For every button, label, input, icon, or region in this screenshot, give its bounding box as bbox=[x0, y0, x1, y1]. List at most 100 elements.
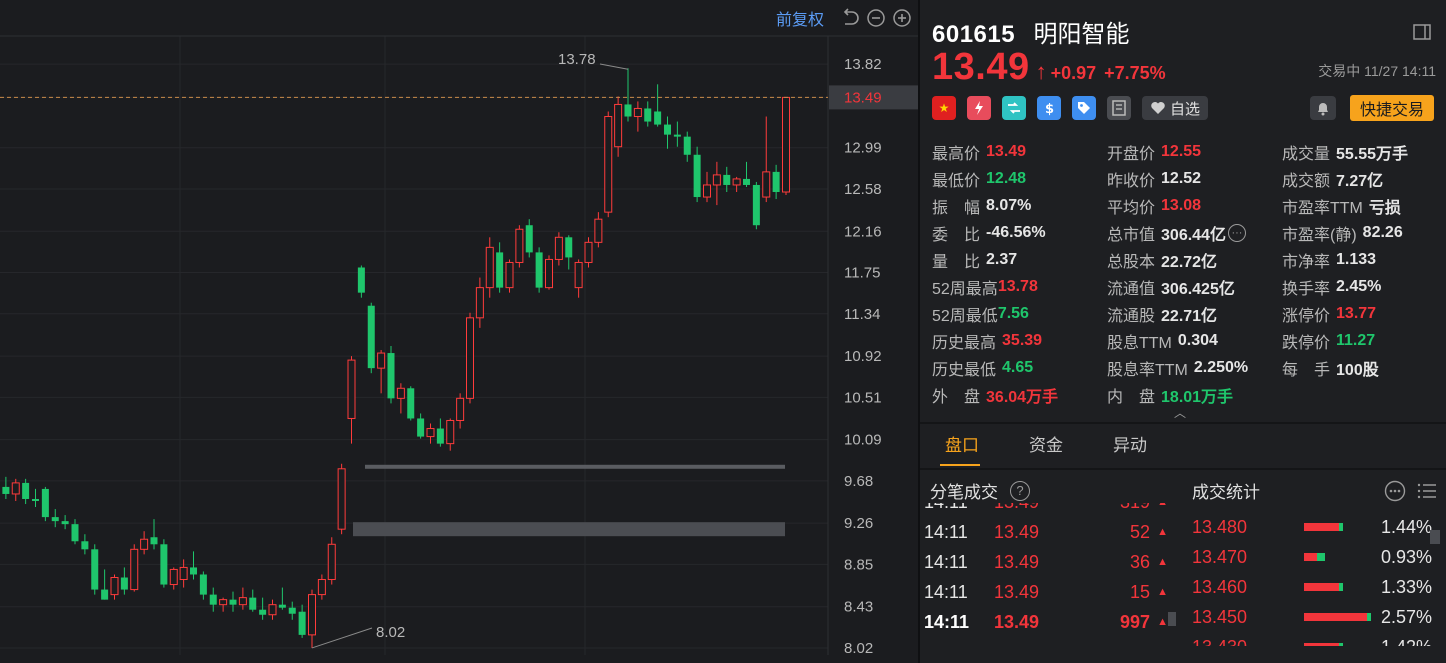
trade-stat-row[interactable]: 13.430 1.42% bbox=[1192, 632, 1432, 646]
candle-body bbox=[417, 418, 425, 437]
tick-price: 13.49 bbox=[994, 503, 1094, 513]
stock-header: 601615 明阳智能 bbox=[932, 14, 1130, 49]
candle-body bbox=[545, 258, 553, 289]
trade-stats-header: 成交统计 bbox=[1192, 478, 1260, 503]
margin-trading-icon[interactable] bbox=[967, 96, 991, 120]
bell-icon[interactable] bbox=[1310, 96, 1336, 120]
support-band bbox=[365, 464, 785, 469]
stat-row: 量 比 2.37 总股本 22.72亿 市净率 1.133 bbox=[932, 246, 1442, 273]
heart-icon bbox=[1151, 102, 1165, 114]
candlestick-chart[interactable]: 13.82 13.49 12.99 12.58 12.16 11.75 11.34 10.92… bbox=[0, 0, 918, 663]
last-price: 13.49 bbox=[932, 46, 1030, 88]
help-icon[interactable]: ? bbox=[1010, 480, 1030, 501]
trade-stat-row[interactable]: 13.460 1.33% bbox=[1192, 572, 1432, 602]
quick-trade-button[interactable]: 快捷交易 bbox=[1350, 95, 1434, 121]
tick-row[interactable]: 14:11 13.49 36 ▲ bbox=[924, 547, 1169, 577]
trade-stat-pct: 1.42% bbox=[1374, 637, 1432, 647]
price-axis-tick: 13.82 bbox=[844, 56, 882, 73]
candle-body bbox=[554, 236, 563, 260]
stat-row: 历史最低 4.65 股息率TTM 2.250% 每 手 100股 bbox=[932, 354, 1442, 381]
stat-value: 13.78 bbox=[997, 277, 1038, 295]
candle-body bbox=[723, 174, 731, 185]
stat-label: 52周最低 bbox=[932, 307, 998, 325]
candle-body bbox=[466, 317, 474, 399]
tick-row[interactable]: 14:1113.49319▲ bbox=[924, 503, 1169, 517]
price-axis-tick: 9.68 bbox=[844, 473, 873, 490]
trade-stats-scrollbar[interactable] bbox=[1430, 530, 1440, 544]
note-icon[interactable] bbox=[1107, 96, 1131, 120]
candle-body bbox=[288, 607, 296, 614]
stat-row: 历史最高 35.39 股息TTM 0.304 跌停价 11.27 bbox=[932, 327, 1442, 354]
candle-body bbox=[298, 611, 306, 635]
undo-icon[interactable] bbox=[840, 8, 860, 28]
candle-body bbox=[249, 597, 257, 610]
more-icon[interactable]: ··· bbox=[1227, 223, 1246, 242]
add-watchlist-button[interactable]: 自选 bbox=[1142, 96, 1209, 120]
tag-icon[interactable] bbox=[1072, 96, 1096, 120]
panel-toggle-icon[interactable] bbox=[1412, 22, 1432, 42]
zoom-in-icon[interactable] bbox=[892, 8, 912, 28]
trade-stat-row[interactable]: 13.450 2.57% bbox=[1192, 602, 1432, 632]
candle-body bbox=[61, 521, 69, 525]
price-axis-tick: 11.34 bbox=[844, 306, 880, 323]
trade-stat-price: 13.480 bbox=[1192, 516, 1248, 537]
trade-stat-pct: 2.57% bbox=[1380, 606, 1432, 627]
trade-stat-bar bbox=[1304, 583, 1374, 591]
candle-body bbox=[515, 228, 524, 263]
stat-label: 流通股 bbox=[1107, 307, 1156, 325]
zoom-out-icon[interactable] bbox=[866, 8, 886, 28]
connect-icon[interactable] bbox=[1002, 96, 1026, 120]
candle-body bbox=[120, 577, 128, 590]
stat-cell: 52周最高 13.78 bbox=[932, 275, 1107, 299]
stat-value: 306.425亿 bbox=[1161, 280, 1235, 298]
tick-row[interactable]: 14:11 13.49 997 ▲ bbox=[924, 607, 1169, 637]
price-axis-tick: 8.02 bbox=[844, 640, 873, 657]
tab-2[interactable]: 异动 bbox=[1088, 424, 1172, 468]
candle-body bbox=[199, 574, 207, 595]
trade-stat-pct: 1.44% bbox=[1380, 516, 1432, 537]
list-settings-icon[interactable] bbox=[1416, 480, 1438, 502]
stat-cell: 历史最低 4.65 bbox=[932, 356, 1107, 380]
arrow-up-icon: ↑ bbox=[1035, 59, 1047, 84]
sell-share-fill bbox=[1339, 643, 1344, 646]
tab-1[interactable]: 资金 bbox=[1004, 424, 1088, 468]
kline-chart-pane[interactable]: 13.82 13.49 12.99 12.58 12.16 11.75 11.34 10.92… bbox=[0, 0, 918, 663]
stat-value: 亏损 bbox=[1368, 199, 1401, 217]
stat-cell: 总股本 22.72亿 bbox=[1107, 248, 1282, 272]
tick-row[interactable]: 14:11 13.49 52 ▲ bbox=[924, 517, 1169, 547]
trade-stat-price: 13.450 bbox=[1192, 606, 1248, 627]
candle-body bbox=[238, 597, 247, 606]
tick-trades-list[interactable]: 14:1113.49319▲14:1113.4952▲14:1113.4936▲… bbox=[924, 503, 1169, 646]
trade-stat-row[interactable]: 13.470 0.93% bbox=[1192, 542, 1432, 572]
price-axis-tick: 12.58 bbox=[844, 181, 882, 198]
candle-body bbox=[91, 549, 99, 590]
tab-0[interactable]: 盘口 bbox=[920, 424, 1004, 468]
tick-list-scrollbar[interactable] bbox=[1168, 612, 1176, 626]
quote-stats-grid: 最高价 13.49 开盘价 12.55 成交量 55.55万手 最低价 12.48 昨收价 12.… bbox=[932, 138, 1442, 408]
candle-body bbox=[614, 103, 623, 148]
trade-stat-row[interactable]: 13.480 1.44% bbox=[1192, 512, 1432, 542]
stat-cell: 总市值 306.44亿 ··· bbox=[1107, 221, 1282, 245]
candle-body bbox=[743, 178, 750, 185]
price-change: +0.97 bbox=[1050, 63, 1097, 83]
price-axis-tick: 11.75 bbox=[844, 265, 880, 282]
tick-price: 13.49 bbox=[994, 551, 1040, 572]
stat-value: 2.45% bbox=[1336, 277, 1382, 295]
stat-label: 涨停价 bbox=[1282, 307, 1331, 325]
buy-share-fill bbox=[1304, 613, 1367, 621]
candle-body bbox=[436, 428, 444, 444]
adjust-mode-button[interactable]: 前复权 bbox=[776, 6, 824, 30]
trade-stats-list[interactable]: 13.480 1.44% 13.470 0.93% 13.460 1.33% 13.450 2… bbox=[1192, 512, 1432, 646]
chevron-up-icon[interactable]: ︿ bbox=[1174, 404, 1186, 421]
candle-body bbox=[51, 517, 59, 522]
stat-value: 35.39 bbox=[1002, 331, 1043, 349]
stat-cell: 每 手 100股 bbox=[1282, 356, 1442, 380]
candle-body bbox=[209, 594, 217, 605]
tick-time: 14:11 bbox=[924, 521, 968, 542]
stat-label: 量 比 bbox=[932, 253, 981, 271]
dollar-icon[interactable]: $ bbox=[1037, 96, 1061, 120]
candle-body bbox=[446, 419, 455, 445]
stat-value: 82.26 bbox=[1362, 223, 1403, 241]
tick-row[interactable]: 14:11 13.49 15 ▲ bbox=[924, 577, 1169, 607]
more-options-icon[interactable] bbox=[1384, 480, 1406, 502]
